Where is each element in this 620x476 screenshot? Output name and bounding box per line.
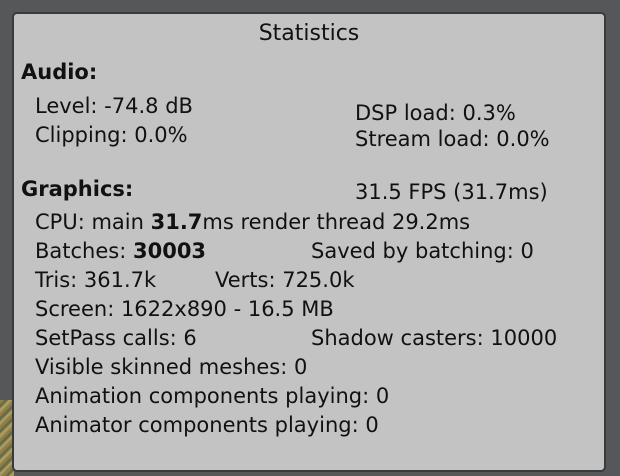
audio-clipping: Clipping: 0.0% <box>35 123 188 147</box>
audio-level: Level: -74.8 dB <box>35 94 193 118</box>
graphics-section-header: Graphics: <box>21 177 134 201</box>
graphics-shadow-casters: Shadow casters: 10000 <box>311 326 558 350</box>
graphics-fps: 31.5 FPS (31.7ms) <box>355 180 548 204</box>
graphics-animator-components: Animator components playing: 0 <box>35 413 379 437</box>
graphics-animation-components: Animation components playing: 0 <box>35 384 390 408</box>
cpu-main-value: 31.7 <box>150 210 203 234</box>
audio-stream-load: Stream load: 0.0% <box>355 127 550 151</box>
graphics-cpu: CPU: main 31.7ms render thread 29.2ms <box>35 209 470 235</box>
cpu-label: CPU: main <box>35 210 151 234</box>
graphics-screen: Screen: 1622x890 - 16.5 MB <box>35 297 334 321</box>
graphics-verts: Verts: 725.0k <box>215 268 355 292</box>
cpu-render-thread: ms render thread 29.2ms <box>202 210 471 234</box>
graphics-visible-skinned-meshes: Visible skinned meshes: 0 <box>35 355 308 379</box>
graphics-batches: Batches: 30003 <box>35 238 206 264</box>
panel-title: Statistics <box>258 21 360 46</box>
graphics-setpass-calls: SetPass calls: 6 <box>35 326 197 350</box>
audio-dsp-load: DSP load: 0.3% <box>355 101 516 125</box>
graphics-tris: Tris: 361.7k <box>35 268 157 292</box>
batches-label: Batches: <box>35 239 133 263</box>
audio-section-header: Audio: <box>21 60 98 84</box>
statistics-panel: Statistics Audio: Level: -74.8 dB Clippi… <box>12 12 606 472</box>
batches-value: 30003 <box>132 239 207 263</box>
graphics-saved-by-batching: Saved by batching: 0 <box>311 239 534 263</box>
